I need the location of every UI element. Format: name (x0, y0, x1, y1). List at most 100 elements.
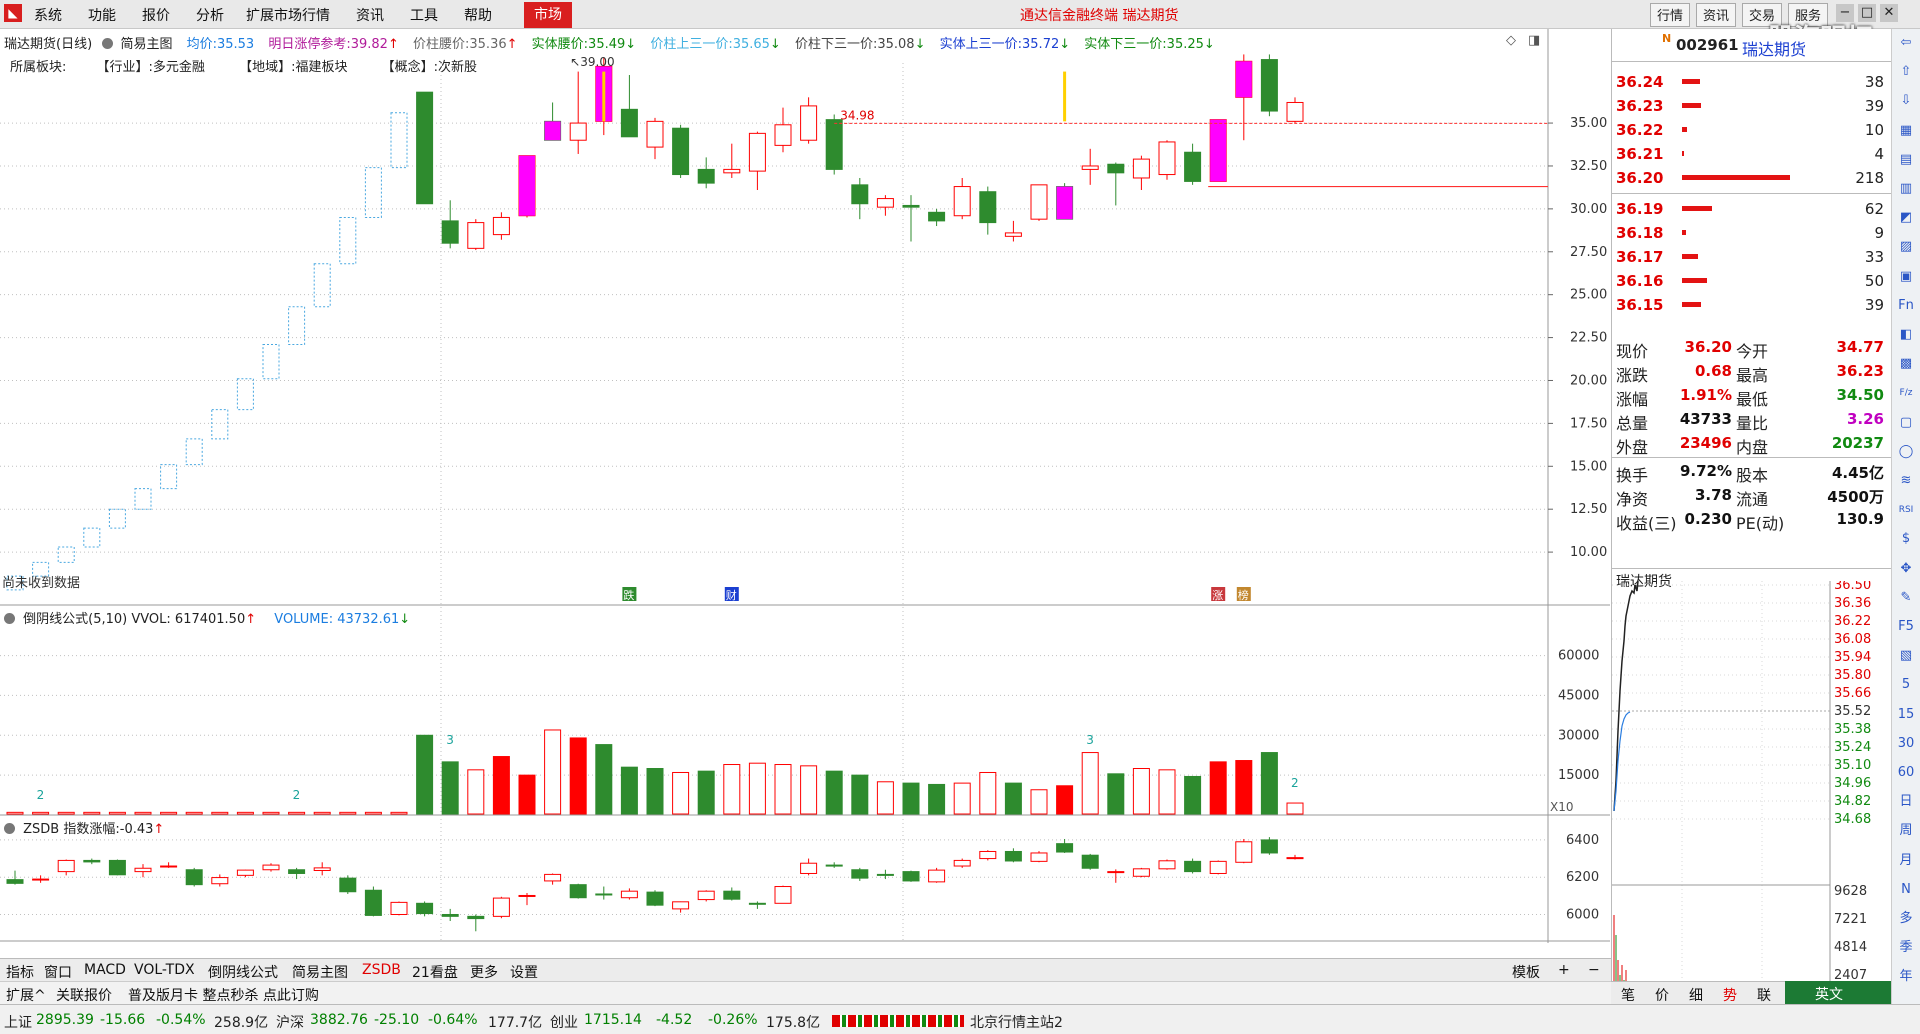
template-button[interactable]: 模板 (1512, 962, 1540, 982)
toolbar-icon[interactable]: ≋ (1896, 471, 1916, 491)
indicator-toggle-icon[interactable] (4, 823, 15, 834)
toolbar-icon[interactable]: 日 (1896, 792, 1916, 812)
buy-order-row[interactable]: 36.17 33 (1612, 246, 1892, 268)
indicator-toggle-icon[interactable] (4, 613, 15, 624)
toolbar-icon[interactable]: RSI (1896, 500, 1916, 520)
tab-negative-line[interactable]: 倒阴线公式 (208, 962, 278, 982)
menu-item-system[interactable]: 系统 (34, 5, 62, 25)
buy-order-row[interactable]: 36.19 62 (1612, 198, 1892, 220)
sell-order-row[interactable]: 36.24 38 (1612, 71, 1892, 93)
menu-item-function[interactable]: 功能 (88, 5, 116, 25)
sell-order-row[interactable]: 36.20 218 (1612, 167, 1892, 189)
toolbar-icon[interactable]: 月 (1896, 851, 1916, 871)
toolbar-icon[interactable]: F/z (1896, 383, 1916, 403)
market-breadth-icon[interactable] (832, 1015, 964, 1027)
sell-order-row[interactable]: 36.23 39 (1612, 95, 1892, 117)
toolbar-icon[interactable]: ▩ (1896, 354, 1916, 374)
tab-window[interactable]: 窗口 (44, 962, 72, 982)
buy-order-row[interactable]: 36.16 50 (1612, 270, 1892, 292)
toolbar-icon[interactable]: ◧ (1896, 325, 1916, 345)
toolbar-icon[interactable]: 周 (1896, 821, 1916, 841)
kline-chart-svg[interactable]: 35.00 32.50 30.00 27.50 25.00 22.50 20.00 17.50… (0, 29, 1610, 943)
menu-item-help[interactable]: 帮助 (464, 5, 492, 25)
buy-order-row[interactable]: 36.18 9 (1612, 222, 1892, 244)
toolbar-icon[interactable]: ▦ (1896, 121, 1916, 141)
sector-concept[interactable]: 【概念】:次新股 (382, 60, 477, 75)
sh-index-label[interactable]: 上证 (4, 1012, 32, 1032)
toolbar-icon[interactable]: ⇧ (1896, 62, 1916, 82)
index-indicator-name[interactable]: ZSDB 指数涨幅: (23, 822, 120, 837)
chart-area[interactable]: 35.00 32.50 30.00 27.50 25.00 22.50 20.00 17.50… (0, 29, 1610, 943)
quote-button[interactable]: 行情 (1650, 3, 1691, 27)
toolbar-icon[interactable]: ✎ (1896, 588, 1916, 608)
diamond-icon[interactable]: ◇ (1506, 33, 1516, 48)
tab-zsdb[interactable]: ZSDB (362, 962, 401, 978)
expand-button[interactable]: 扩展^ (6, 985, 46, 1005)
toolbar-icon[interactable]: ▧ (1896, 646, 1916, 666)
volume-indicator-name[interactable]: 倒阴线公式(5,10) (23, 612, 127, 627)
intraday-mini-chart[interactable]: 36.50 36.36 36.22 36.08 35.94 35.80 35.66 35.52… (1612, 581, 1892, 1005)
sector-industry[interactable]: 【行业】:多元金融 (97, 60, 205, 75)
toolbar-icon[interactable]: ⇩ (1896, 91, 1916, 111)
main-indicator-name[interactable]: 简易主图 (120, 37, 172, 52)
tab-trend[interactable]: 势 (1723, 985, 1737, 1005)
toolbar-icon[interactable]: 年 (1896, 967, 1916, 987)
toolbar-icon[interactable]: ▥ (1896, 179, 1916, 199)
toolbar-icon[interactable]: $ (1896, 529, 1916, 549)
menu-item-news[interactable]: 资讯 (356, 5, 384, 25)
toolbar-icon[interactable]: ◯ (1896, 442, 1916, 462)
news-button[interactable]: 资讯 (1696, 3, 1737, 27)
menu-item-extended-market[interactable]: 扩展市场行情 (246, 5, 330, 25)
stock-name[interactable]: 瑞达期货 (1742, 36, 1806, 60)
indicator-toggle-icon[interactable] (102, 38, 114, 49)
tab-21-kanpan[interactable]: 21看盘 (412, 962, 458, 982)
toolbar-icon[interactable]: ◩ (1896, 208, 1916, 228)
server-name[interactable]: 北京行情主站2 (970, 1012, 1063, 1032)
toolbar-icon[interactable]: ⇦ (1896, 33, 1916, 53)
menu-item-quote[interactable]: 报价 (142, 5, 170, 25)
toolbar-icon[interactable]: ▨ (1896, 237, 1916, 257)
zoom-in-button[interactable]: + (1558, 962, 1570, 978)
close-icon[interactable]: ✕ (1880, 4, 1898, 22)
zoom-out-button[interactable]: − (1588, 962, 1600, 978)
toolbar-icon[interactable]: 多 (1896, 909, 1916, 929)
sell-order-row[interactable]: 36.22 10 (1612, 119, 1892, 141)
toolbar-icon[interactable]: N (1896, 880, 1916, 900)
tab-price[interactable]: 价 (1655, 985, 1669, 1005)
toolbar-icon[interactable]: 15 (1896, 705, 1916, 725)
sz-index-label[interactable]: 沪深 (276, 1012, 304, 1032)
tab-vol-tdx[interactable]: VOL-TDX (134, 962, 195, 978)
menu-item-analysis[interactable]: 分析 (196, 5, 224, 25)
buy-order-row[interactable]: 36.15 39 (1612, 294, 1892, 316)
tab-link[interactable]: 联 (1757, 985, 1771, 1005)
cy-index-label[interactable]: 创业 (550, 1012, 578, 1032)
toolbar-icon[interactable]: ✥ (1896, 559, 1916, 579)
sell-order-row[interactable]: 36.21 4 (1612, 143, 1892, 165)
toolbar-icon[interactable]: 30 (1896, 734, 1916, 754)
tab-detail[interactable]: 细 (1689, 985, 1703, 1005)
menu-item-tools[interactable]: 工具 (410, 5, 438, 25)
tab-ticks[interactable]: 笔 (1621, 985, 1635, 1005)
tab-more[interactable]: 更多 (470, 962, 498, 982)
toolbar-icon[interactable]: Fn (1896, 296, 1916, 316)
maximize-icon[interactable]: □ (1858, 4, 1876, 22)
minimize-icon[interactable]: − (1836, 4, 1854, 22)
tab-macd[interactable]: MACD (84, 962, 126, 978)
toolbar-icon[interactable]: 季 (1896, 938, 1916, 958)
toolbar-icon[interactable]: ▣ (1896, 267, 1916, 287)
promo-link[interactable]: 普及版月卡 整点秒杀 点此订购 (128, 985, 319, 1005)
panel-toggle-icon[interactable]: ◨ (1528, 33, 1540, 48)
market-tab[interactable]: 市场 (524, 2, 572, 28)
toolbar-icon[interactable]: 60 (1896, 763, 1916, 783)
toolbar-icon[interactable]: 5 (1896, 675, 1916, 695)
toolbar-icon[interactable]: ▤ (1896, 150, 1916, 170)
lang-english-button[interactable]: 英文 (1815, 984, 1843, 1004)
tab-indicator[interactable]: 指标 (6, 962, 34, 982)
tab-settings[interactable]: 设置 (510, 962, 538, 982)
related-quote-button[interactable]: 关联报价 (56, 985, 112, 1005)
toolbar-icon[interactable]: ▢ (1896, 413, 1916, 433)
toolbar-icon[interactable]: F5 (1896, 617, 1916, 637)
tab-simple-main[interactable]: 简易主图 (292, 962, 348, 982)
sector-region[interactable]: 【地域】:福建板块 (239, 60, 347, 75)
app-logo-icon[interactable]: ◣ (4, 4, 22, 22)
